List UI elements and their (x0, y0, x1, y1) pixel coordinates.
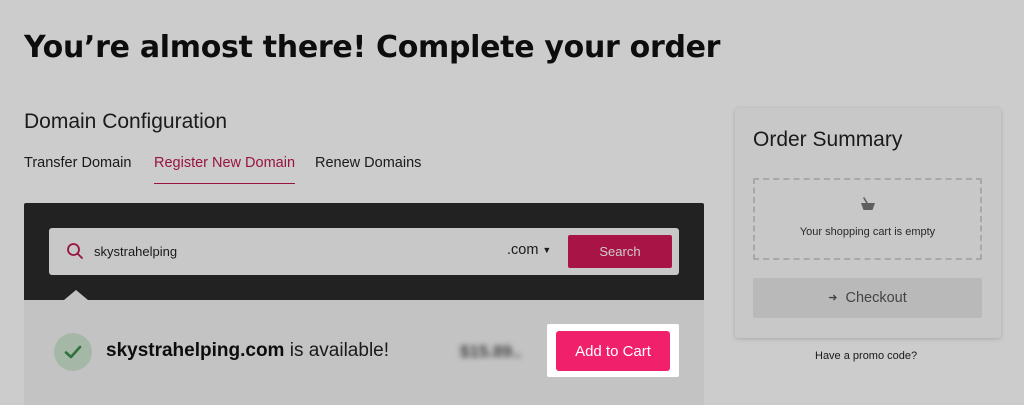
domain-search-input[interactable] (94, 240, 474, 262)
tld-select[interactable]: .com ▼ (507, 242, 551, 258)
basket-icon (859, 196, 877, 212)
price-value: $15.89 (460, 342, 512, 361)
checkout-button[interactable]: ➜ Checkout (753, 278, 982, 318)
add-to-cart-button[interactable]: Add to Cart (556, 331, 670, 371)
cart-box: Your shopping cart is empty (753, 178, 982, 260)
tab-renew-domains[interactable]: Renew Domains (315, 155, 421, 183)
tab-register-new-domain[interactable]: Register New Domain (154, 155, 296, 184)
tab-transfer-domain[interactable]: Transfer Domain (24, 155, 131, 183)
availability-text: skystrahelping.com is available! (106, 340, 389, 362)
result-pointer (64, 290, 88, 300)
order-page: You’re almost there! Complete your order… (0, 0, 1024, 405)
add-to-cart-highlight: Add to Cart (547, 324, 679, 377)
price-suffix: .. (512, 342, 522, 361)
chevron-down-icon: ▼ (542, 245, 552, 255)
domain-tabs: Transfer Domain Register New Domain Rene… (24, 155, 704, 185)
tld-select-value: .com (507, 242, 539, 258)
promo-code-link[interactable]: Have a promo code? (815, 350, 917, 362)
search-button[interactable]: Search (568, 235, 672, 268)
checkout-label: Checkout (845, 290, 907, 306)
domain-name: skystrahelping.com (106, 340, 285, 361)
check-icon (54, 333, 92, 371)
page-title: You’re almost there! Complete your order (24, 30, 721, 65)
domain-search-panel: .com▼ Search (24, 203, 704, 300)
cart-empty-text: Your shopping cart is empty (799, 226, 936, 238)
domain-price: $15.89.. (460, 342, 521, 362)
availability-status: is available! (289, 340, 390, 361)
arrow-right-icon: ➜ (828, 292, 838, 304)
order-summary-card: Order Summary Your shopping cart is empt… (735, 108, 1001, 338)
search-icon (66, 242, 84, 260)
order-summary-title: Order Summary (753, 128, 903, 151)
domain-search-bar: .com▼ Search (49, 228, 679, 275)
domain-config-title: Domain Configuration (24, 110, 228, 133)
